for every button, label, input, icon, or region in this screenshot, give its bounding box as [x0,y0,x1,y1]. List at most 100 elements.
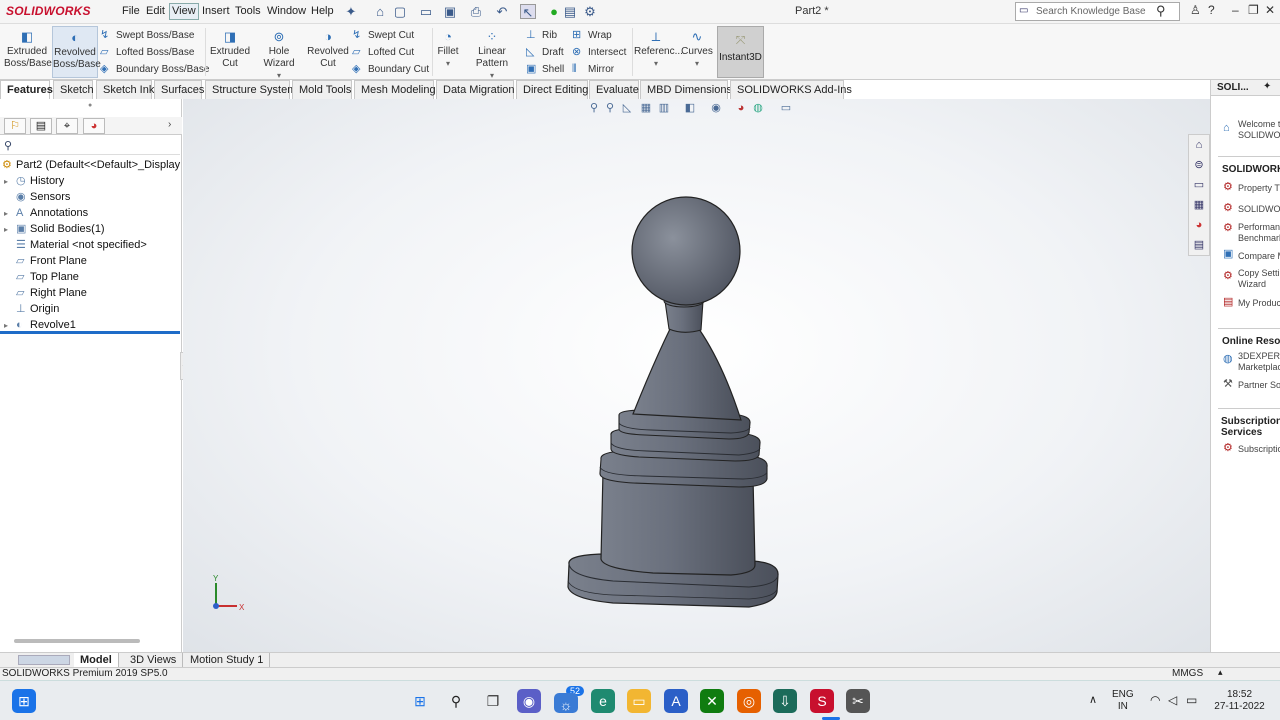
link-partner-solutions[interactable]: Partner So [1238,380,1280,391]
tab-3d-views[interactable]: 3D Views [124,653,184,668]
wrap-button[interactable]: ⊞ Wrap [572,27,612,43]
search-icon[interactable]: ⚲ [1156,3,1166,19]
link-performance-1[interactable]: Performan [1238,222,1280,233]
language-indicator[interactable]: ENG IN [1112,689,1134,713]
view-orientation-icon[interactable]: ▥ [657,102,671,114]
shell-button[interactable]: ▣ Shell [526,61,564,77]
expand-arrow-icon[interactable]: ▸ [4,222,16,238]
custom-properties-icon[interactable]: ▤ [1192,238,1206,252]
menu-tools[interactable]: Tools [235,5,261,17]
clock[interactable]: 18:52 27-11-2022 [1212,689,1267,713]
lofted-boss-button[interactable]: ▱ Lofted Boss/Base [100,44,194,60]
traffic-light-icon[interactable]: ● [546,4,562,19]
rebuild-icon[interactable]: ▤ [562,4,578,19]
swept-cut-button[interactable]: ↯ Swept Cut [352,27,414,43]
search-taskbar-icon[interactable]: ⚲ [444,689,468,713]
link-copy-settings-1[interactable]: Copy Setti [1238,268,1280,279]
restore-icon[interactable]: ❐ [1248,3,1259,17]
tree-item-material-not-specified[interactable]: ☰ Material <not specified> [4,237,147,253]
expand-arrow-icon[interactable]: ▸ [4,174,16,190]
tab-scroll-controls[interactable] [18,655,70,665]
rollback-bar[interactable] [0,331,180,334]
tray-overflow-icon[interactable]: ∧ [1089,693,1097,706]
boundary-cut-button[interactable]: ◈ Boundary Cut [352,61,429,77]
tab-sketch-ink[interactable]: Sketch Ink [96,80,154,99]
link-solidworks-rx[interactable]: SOLIDWOR [1238,204,1280,215]
zoom-to-fit-icon[interactable]: ⚲ [587,102,601,114]
rib-button[interactable]: ⊥ Rib [526,27,557,43]
menu-window[interactable]: Window [267,5,306,17]
pawn-model[interactable] [543,189,803,619]
instant3d-button[interactable]: ⤧ Instant3D [717,26,764,78]
search-input[interactable]: ▭ Search Knowledge Base ⚲ [1015,2,1180,21]
edit-appearance-icon[interactable]: ◕ [734,102,748,114]
tab-evaluate[interactable]: Evaluate [589,80,639,99]
horizontal-scrollbar[interactable] [14,639,140,643]
task-view-icon[interactable]: ❐ [481,689,505,713]
tab-surfaces[interactable]: Surfaces [154,80,204,99]
tab-mold-tools[interactable]: Mold Tools [292,80,352,99]
windows-logo-icon[interactable]: ⊞ [408,689,432,713]
open-folder-icon[interactable]: ▭ [418,4,434,19]
link-property-tab[interactable]: Property T [1238,183,1280,194]
configuration-manager-tab-icon[interactable]: ⌖ [56,118,78,134]
edge-browser-icon[interactable]: e [591,689,615,713]
battery-icon[interactable]: ▭ [1186,693,1197,707]
dropdown-arrow-icon[interactable]: ▾ [435,58,461,70]
xbox-icon[interactable]: ✕ [700,689,724,713]
tab-features[interactable]: Features [0,80,53,99]
feature-manager-tab-icon[interactable]: ⚐ [4,118,26,134]
print-icon[interactable]: ⎙ [468,4,484,19]
hole-wizard-button[interactable]: ⊚ Hole Wizard ▾ [253,26,305,81]
property-manager-tab-icon[interactable]: ▤ [30,118,52,134]
menu-file[interactable]: File [122,5,140,17]
curves-button[interactable]: ∿ Curves ▾ [680,26,714,78]
welcome-line-1[interactable]: Welcome t [1238,119,1280,130]
tree-item-solid-bodies-1[interactable]: ▸ ▣ Solid Bodies(1) [4,221,105,237]
link-marketplace-2[interactable]: Marketplac [1238,362,1280,373]
file-explorer-icon[interactable]: ▭ [1192,178,1206,192]
volume-icon[interactable]: ◁ [1168,693,1177,707]
appearance-manager-tab-icon[interactable]: ◕ [83,118,105,134]
filter-bar[interactable]: ⚲ [0,137,180,155]
dropdown-arrow-icon[interactable]: ▾ [680,58,714,70]
apply-scene-icon[interactable]: ◍ [751,102,765,114]
tree-item-right-plane[interactable]: ▱ Right Plane [4,285,87,301]
revolved-boss-button[interactable]: ◐ Revolved Boss/Base [52,26,101,78]
tab-motion-study-1[interactable]: Motion Study 1 [184,653,271,668]
file-explorer-taskbar-icon[interactable]: ▭ [627,689,651,713]
menu-insert[interactable]: Insert [202,5,230,17]
revolved-cut-button[interactable]: ◑ Revolved Cut [307,26,349,78]
pin-icon[interactable]: ✦ [343,4,359,19]
tab-data-migration[interactable]: Data Migration [436,80,515,99]
save-icon[interactable]: ▣ [442,4,458,19]
tree-root-part[interactable]: ⚙ Part2 (Default<<Default>_Display S [2,157,191,173]
task-pane-pin-icon[interactable]: ✦ [1263,81,1271,92]
status-units[interactable]: MMGS [1172,668,1203,679]
linear-pattern-button[interactable]: ⁘ Linear Pattern ▾ [463,26,521,81]
expand-arrow-icon[interactable]: ▸ [4,206,16,222]
chevron-right-icon[interactable]: › [168,119,171,130]
app-icon[interactable]: A [664,689,688,713]
link-copy-settings-2[interactable]: Wizard [1238,279,1266,290]
welcome-line-2[interactable]: SOLIDWOR [1238,130,1280,141]
tree-item-origin[interactable]: ⊥ Origin [4,301,59,317]
previous-view-icon[interactable]: ◺ [620,102,634,114]
hide-show-items-icon[interactable]: ◉ [709,102,723,114]
close-icon[interactable]: ✕ [1265,3,1275,17]
panel-grip-icon[interactable]: ● [88,102,92,109]
tree-item-annotations[interactable]: ▸ A Annotations [4,205,88,221]
extruded-cut-button[interactable]: ◨ Extruded Cut [209,26,251,78]
draft-button[interactable]: ◺ Draft [526,44,564,60]
fillet-button[interactable]: ◔ Fillet ▾ [435,26,461,78]
tree-item-history[interactable]: ▸ ◷ History [4,173,64,189]
display-style-icon[interactable]: ◧ [683,102,697,114]
options-gear-icon[interactable]: ⚙ [582,4,598,19]
minimize-icon[interactable]: – [1232,3,1239,17]
chat-icon[interactable]: ◉ [517,689,541,713]
units-dropdown-icon[interactable]: ▴ [1218,667,1223,678]
solidworks-taskbar-icon[interactable]: S [810,689,834,713]
link-my-products[interactable]: My Produc [1238,298,1280,309]
user-icon[interactable]: ♙ [1190,3,1201,17]
link-marketplace-1[interactable]: 3DEXPERIE [1238,351,1280,362]
